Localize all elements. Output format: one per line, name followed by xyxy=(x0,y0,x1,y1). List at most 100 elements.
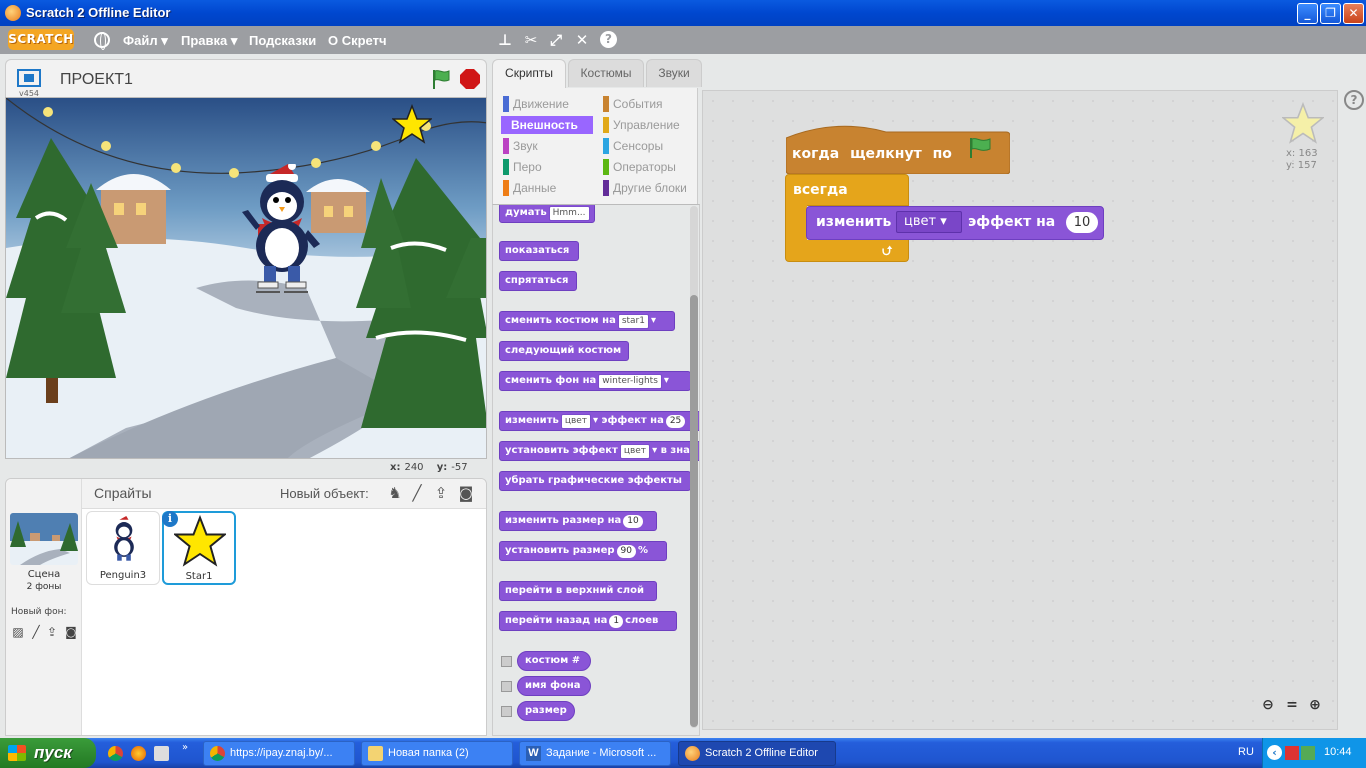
chrome-icon xyxy=(210,746,225,761)
scratch-cat-icon xyxy=(685,746,700,761)
sprite-tile-star1[interactable]: i Star1 xyxy=(162,511,236,585)
star-sprite[interactable] xyxy=(392,104,432,144)
delete-scissors-icon[interactable]: ✂ xyxy=(522,31,540,49)
block-switch-backdrop[interactable]: сменить фон на winter-lights ▾ xyxy=(499,371,691,391)
camera-backdrop-icon[interactable]: ◙ xyxy=(63,625,79,639)
upload-sprite-icon[interactable]: ⇪ xyxy=(432,484,450,502)
language-globe-icon[interactable] xyxy=(94,32,110,50)
category-pen[interactable]: Перо xyxy=(503,158,542,176)
menu-tips[interactable]: Подсказки xyxy=(249,33,316,48)
tab-scripts[interactable]: Скрипты xyxy=(492,59,566,89)
block-go-front[interactable]: перейти в верхний слой xyxy=(499,581,657,601)
scratch-logo[interactable]: SCRATCH xyxy=(8,29,74,50)
block-think[interactable]: думать Hmm... xyxy=(499,205,595,223)
green-flag-icon[interactable] xyxy=(430,68,452,90)
change-effect-label2: эффект на xyxy=(968,214,1056,230)
task-word[interactable]: W Задание - Microsoft ... xyxy=(519,741,671,766)
back-arrow-icon[interactable]: ‹ xyxy=(1267,745,1282,760)
duplicate-stamp-icon[interactable]: ⊥ xyxy=(496,31,514,49)
chrome-icon[interactable] xyxy=(108,746,123,761)
zoom-reset-icon[interactable]: = xyxy=(1282,696,1302,714)
sprite-tile-penguin3[interactable]: Penguin3 xyxy=(86,511,160,585)
sprite-coords: x: 163 y: 157 xyxy=(1286,148,1318,171)
category-more-blocks[interactable]: Другие блоки xyxy=(603,179,687,197)
block-hide[interactable]: спрятаться xyxy=(499,271,577,291)
sprite-library-icon[interactable]: ♞ xyxy=(386,484,404,502)
tray-app-icon[interactable] xyxy=(1285,746,1299,760)
zoom-out-icon[interactable]: ⊖ xyxy=(1258,696,1278,714)
reporter-backdrop-name[interactable]: имя фона xyxy=(517,676,591,696)
stage-canvas[interactable] xyxy=(5,97,487,459)
effect-dropdown[interactable]: цвет ▾ xyxy=(896,211,962,233)
change-effect-label: изменить xyxy=(816,214,892,230)
new-sprite-label: Новый объект: xyxy=(280,486,369,501)
minimize-button[interactable]: _ xyxy=(1297,3,1318,24)
checkbox-backdrop-name[interactable] xyxy=(501,681,512,692)
block-set-size[interactable]: установить размер 90% xyxy=(499,541,667,561)
block-change-size[interactable]: изменить размер на 10 xyxy=(499,511,657,531)
category-events[interactable]: События xyxy=(603,95,663,113)
tab-sounds[interactable]: Звуки xyxy=(646,59,702,87)
shrink-icon[interactable]: ✕ xyxy=(573,31,591,49)
clock: 10:44 xyxy=(1324,746,1352,758)
sprites-header: Спрайты Новый объект: ♞ ╱ ⇪ ◙ xyxy=(82,479,486,509)
checkbox-size[interactable] xyxy=(501,706,512,717)
word-icon: W xyxy=(526,746,541,761)
block-set-effect[interactable]: установить эффект цвет ▾ в зна xyxy=(499,441,699,461)
maximize-button[interactable]: ❐ xyxy=(1320,3,1341,24)
presentation-mode-icon[interactable] xyxy=(17,69,41,87)
reporter-costume-num[interactable]: костюм # xyxy=(517,651,591,671)
sprites-title: Спрайты xyxy=(94,485,152,501)
task-scratch[interactable]: Scratch 2 Offline Editor xyxy=(678,741,836,766)
effect-amount-input[interactable]: 10 xyxy=(1066,212,1098,233)
category-sensing[interactable]: Сенсоры xyxy=(603,137,663,155)
category-sound[interactable]: Звук xyxy=(503,137,538,155)
hat-block-label: когда щелкнут по xyxy=(792,146,952,162)
overflow-chevron-icon[interactable]: » xyxy=(182,742,188,753)
firefox-icon[interactable] xyxy=(131,746,146,761)
project-title[interactable]: ПРОЕКТ1 xyxy=(60,71,133,89)
task-chrome[interactable]: https://ipay.znaj.by/... xyxy=(203,741,355,766)
forever-arm xyxy=(785,205,807,241)
upload-backdrop-icon[interactable]: ⇪ xyxy=(44,625,60,639)
help-question-icon[interactable]: ? xyxy=(1344,90,1364,110)
window-titlebar[interactable]: Scratch 2 Offline Editor _ ❐ ✕ xyxy=(0,0,1366,26)
star-thumb-icon xyxy=(174,515,226,567)
help-block-icon[interactable]: ? xyxy=(600,31,617,48)
category-operators[interactable]: Операторы xyxy=(603,158,676,176)
paint-backdrop-icon[interactable]: ╱ xyxy=(28,625,44,639)
block-show[interactable]: показаться xyxy=(499,241,579,261)
category-looks[interactable]: Внешность xyxy=(501,116,593,134)
stop-sign-icon[interactable] xyxy=(460,69,480,89)
grow-icon[interactable]: ⤢ xyxy=(547,31,565,49)
paint-sprite-icon[interactable]: ╱ xyxy=(408,484,426,502)
category-motion[interactable]: Движение xyxy=(503,95,569,113)
menu-file[interactable]: Файл ▾ xyxy=(123,33,168,49)
checkbox-costume-num[interactable] xyxy=(501,656,512,667)
reporter-size[interactable]: размер xyxy=(517,701,575,721)
menu-about[interactable]: О Скретч xyxy=(328,33,387,48)
stage-label: Сцена xyxy=(27,569,61,580)
tray-network-icon[interactable] xyxy=(1301,746,1315,760)
category-control[interactable]: Управление xyxy=(603,116,680,134)
block-change-effect[interactable]: изменить цвет ▾ эффект на 25 xyxy=(499,411,699,431)
penguin-sprite[interactable] xyxy=(240,164,324,296)
close-button[interactable]: ✕ xyxy=(1343,3,1364,24)
menu-edit[interactable]: Правка ▾ xyxy=(181,33,237,49)
camera-sprite-icon[interactable]: ◙ xyxy=(457,484,475,502)
language-indicator[interactable]: RU xyxy=(1238,746,1254,758)
block-go-back[interactable]: перейти назад на 1 слоев xyxy=(499,611,677,631)
block-clear-effects[interactable]: убрать графические эффекты xyxy=(499,471,691,491)
block-next-costume[interactable]: следующий костюм xyxy=(499,341,629,361)
start-button[interactable]: пуск xyxy=(0,738,96,768)
stage-thumbnail[interactable] xyxy=(10,513,78,565)
zoom-in-icon[interactable]: ⊕ xyxy=(1305,696,1325,714)
category-data[interactable]: Данные xyxy=(503,179,556,197)
task-folder[interactable]: Новая папка (2) xyxy=(361,741,513,766)
show-desktop-icon[interactable] xyxy=(154,746,169,761)
palette-scrollbar-thumb[interactable] xyxy=(690,295,698,727)
backdrop-library-icon[interactable]: ▨ xyxy=(10,625,26,639)
block-switch-costume[interactable]: сменить костюм на star1 ▾ xyxy=(499,311,675,331)
sprites-pane: Сцена 2 фоны Новый фон: ▨ ╱ ⇪ ◙ Спрайты … xyxy=(5,478,487,736)
tab-costumes[interactable]: Костюмы xyxy=(568,59,644,87)
